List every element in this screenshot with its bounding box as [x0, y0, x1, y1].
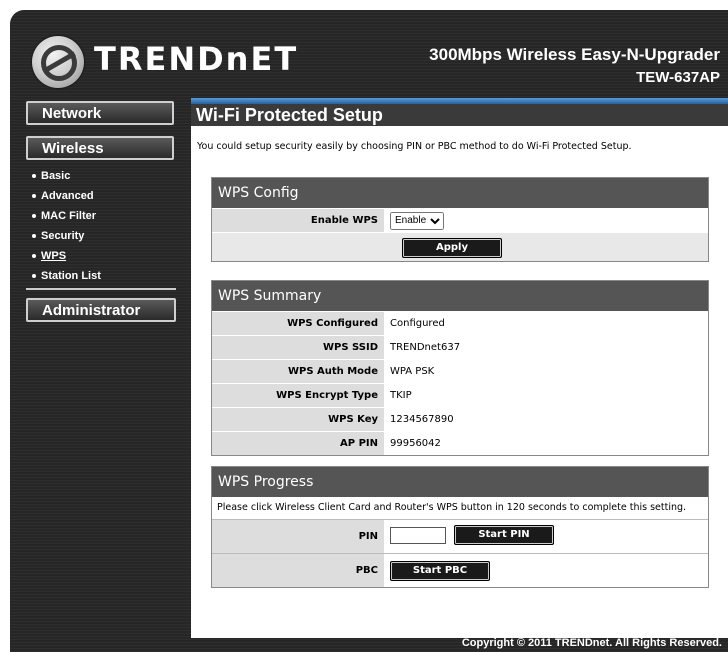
section-title: WPS Progress — [212, 467, 708, 497]
field-value: Enable — [384, 209, 708, 232]
section-title: WPS Config — [212, 178, 708, 208]
field-label: PBC — [212, 554, 384, 587]
summary-value: WPA PSK — [390, 366, 435, 377]
summary-value: TRENDnet637 — [390, 342, 461, 353]
sidebar-subitem-mac-filter[interactable]: MAC Filter — [32, 210, 96, 222]
wireless-submenu: Basic Advanced MAC Filter Security WPS S… — [26, 160, 176, 290]
summary-value: 99956042 — [390, 438, 441, 449]
section-title: WPS Summary — [212, 281, 708, 311]
sidebar-subitem-station-list[interactable]: Station List — [32, 270, 101, 282]
field-label: Enable WPS — [212, 209, 384, 232]
progress-instruction: Please click Wireless Client Card and Ro… — [212, 497, 708, 519]
pin-row: PIN Start PIN — [212, 519, 708, 553]
field-value: Start PIN — [384, 520, 708, 553]
bullet-icon — [32, 174, 36, 179]
wps-summary-section: WPS Summary WPS Configured Configured WPS… — [211, 280, 709, 456]
product-title: 300Mbps Wireless Easy-N-Upgrader — [429, 45, 720, 64]
summary-row: WPS SSID TRENDnet637 — [212, 335, 708, 359]
summary-label: AP PIN — [212, 432, 384, 455]
field-label: PIN — [212, 520, 384, 553]
sidebar-subitem-advanced[interactable]: Advanced — [32, 190, 94, 202]
apply-button[interactable]: Apply — [402, 238, 502, 258]
summary-label: WPS Encrypt Type — [212, 384, 384, 407]
page-description: You could setup security easily by choos… — [197, 141, 632, 152]
summary-value: Configured — [390, 318, 445, 329]
bullet-icon — [32, 254, 36, 259]
summary-value: 1234567890 — [390, 414, 454, 425]
bullet-icon — [32, 274, 36, 279]
summary-row: WPS Configured Configured — [212, 311, 708, 335]
summary-label: WPS Key — [212, 408, 384, 431]
apply-row: Apply — [212, 232, 708, 261]
summary-row: AP PIN 99956042 — [212, 431, 708, 455]
trendnet-logo: TRENDnET — [32, 30, 312, 90]
copyright: Copyright © 2011 TRENDnet. All Rights Re… — [461, 637, 722, 649]
sidebar-item-administrator[interactable]: Administrator — [26, 298, 176, 322]
bullet-icon — [32, 214, 36, 219]
logo-icon — [32, 36, 84, 88]
pin-input[interactable] — [390, 527, 446, 544]
sidebar-item-wireless[interactable]: Wireless — [26, 136, 174, 160]
summary-row: WPS Auth Mode WPA PSK — [212, 359, 708, 383]
logo-text: TRENDnET — [94, 40, 299, 78]
sidebar-subitem-basic[interactable]: Basic — [32, 170, 70, 182]
pbc-row: PBC Start PBC — [212, 553, 708, 587]
summary-label: WPS SSID — [212, 336, 384, 359]
start-pin-button[interactable]: Start PIN — [454, 525, 554, 545]
enable-wps-select[interactable]: Enable — [390, 211, 444, 230]
summary-row: WPS Key 1234567890 — [212, 407, 708, 431]
page-title: Wi-Fi Protected Setup — [191, 104, 728, 126]
sidebar-subitem-wps[interactable]: WPS — [32, 250, 66, 262]
bullet-icon — [32, 234, 36, 239]
sidebar-subitem-security[interactable]: Security — [32, 230, 84, 242]
summary-label: WPS Auth Mode — [212, 360, 384, 383]
summary-value: TKIP — [390, 390, 412, 401]
field-value: Start PBC — [384, 554, 708, 587]
product-model: TEW-637AP — [636, 69, 720, 86]
enable-wps-row: Enable WPS Enable — [212, 208, 708, 232]
sidebar-item-network[interactable]: Network — [26, 101, 174, 125]
wps-progress-section: WPS Progress Please click Wireless Clien… — [211, 466, 709, 588]
start-pbc-button[interactable]: Start PBC — [390, 561, 490, 581]
bullet-icon — [32, 194, 36, 199]
summary-label: WPS Configured — [212, 312, 384, 335]
summary-row: WPS Encrypt Type TKIP — [212, 383, 708, 407]
wps-config-section: WPS Config Enable WPS Enable Apply — [211, 177, 709, 262]
main-content: Wi-Fi Protected Setup You could setup se… — [191, 98, 728, 638]
